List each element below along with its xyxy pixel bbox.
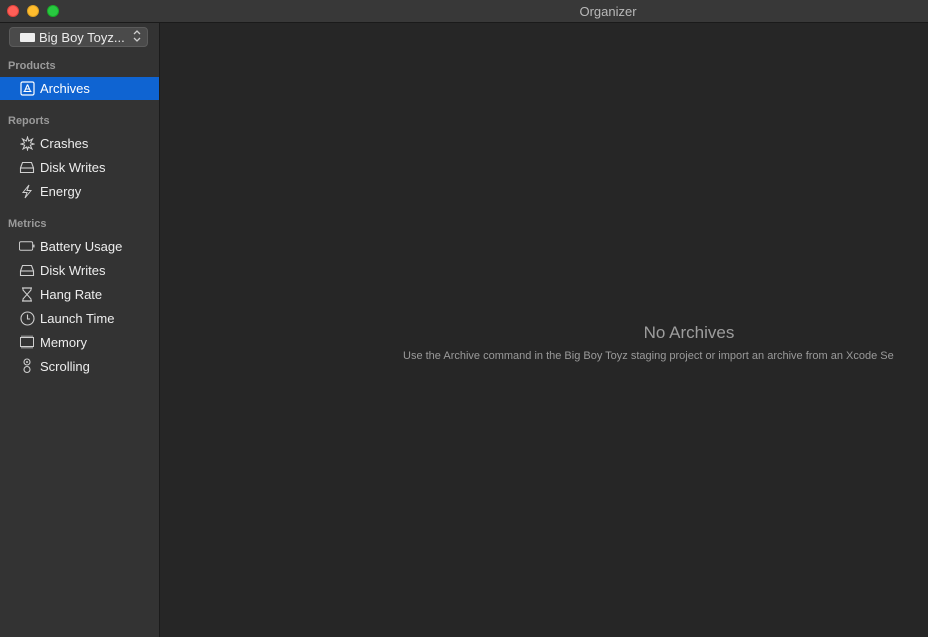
sidebar-item-label: Battery Usage [40,239,123,254]
section-header-metrics: Metrics [8,218,47,230]
disk-icon [19,262,35,278]
empty-state-subtitle: Use the Archive command in the Big Boy T… [403,350,894,362]
title-bar[interactable]: Organizer [0,0,928,23]
disk-icon [19,159,35,175]
device-icon [20,33,35,42]
sidebar-item-label: Scrolling [40,359,90,374]
sidebar-item-disk-writes-report[interactable]: Disk Writes [0,156,159,179]
sidebar-item-label: Disk Writes [40,263,106,278]
scheme-popup-label: Big Boy Toyz... [39,30,125,45]
hourglass-icon [19,286,35,302]
organizer-window: Organizer Big Boy Toyz... Products Archi… [0,0,928,637]
sidebar-item-label: Crashes [40,136,89,151]
sidebar-item-label: Launch Time [40,311,115,326]
clock-icon [19,310,35,326]
sidebar-item-battery-usage[interactable]: Battery Usage [0,235,159,258]
sidebar-item-label: Disk Writes [40,160,106,175]
sidebar-item-launch-time[interactable]: Launch Time [0,307,159,330]
crash-icon [19,135,35,151]
window-title: Organizer [579,4,637,19]
section-header-products: Products [8,60,56,72]
sidebar-item-crashes[interactable]: Crashes [0,132,159,155]
sidebar-item-disk-writes-metric[interactable]: Disk Writes [0,259,159,282]
archive-icon [19,80,35,96]
section-header-reports: Reports [8,115,50,127]
sidebar-item-hang-rate[interactable]: Hang Rate [0,283,159,306]
sidebar-item-archives[interactable]: Archives [0,77,159,100]
scrolling-icon [19,358,35,374]
scheme-popup-button[interactable]: Big Boy Toyz... [9,27,148,47]
empty-state-title: No Archives [643,323,735,342]
sidebar-item-label: Archives [40,81,90,96]
sidebar-item-energy[interactable]: Energy [0,180,159,203]
sidebar-item-label: Hang Rate [40,287,103,302]
sidebar-item-memory[interactable]: Memory [0,331,159,354]
energy-icon [19,183,35,199]
sidebar-item-scrolling[interactable]: Scrolling [0,355,159,378]
sidebar-item-label: Energy [40,184,82,199]
memory-icon [19,334,35,350]
sidebar: Big Boy Toyz... Products Archives Report… [0,23,160,637]
sidebar-item-label: Memory [40,335,87,350]
up-down-chevron-icon [133,29,141,43]
battery-icon [19,238,35,254]
archives-content-area: No Archives Use the Archive command in t… [160,23,928,637]
